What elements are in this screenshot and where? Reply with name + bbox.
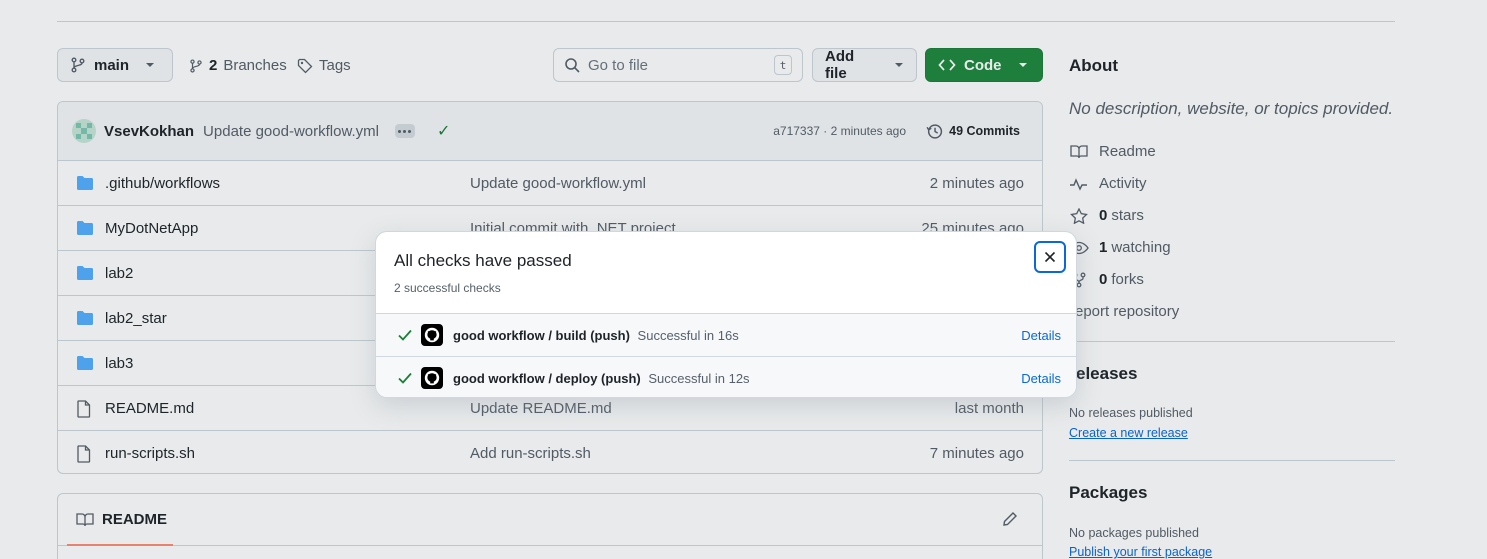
check-job-name: good workflow / build (push) Successful … bbox=[453, 328, 739, 343]
check-status: Successful in 16s bbox=[637, 327, 739, 343]
close-icon bbox=[1044, 251, 1056, 263]
dialog-subtitle: 2 successful checks bbox=[394, 281, 501, 295]
details-link[interactable]: Details bbox=[1021, 371, 1061, 386]
check-run-row[interactable]: good workflow / build (push) Successful … bbox=[376, 313, 1076, 356]
close-button[interactable] bbox=[1034, 241, 1066, 273]
check-run-row[interactable]: good workflow / deploy (push) Successful… bbox=[376, 356, 1076, 397]
github-logo-icon bbox=[421, 324, 443, 346]
checks-dialog: All checks have passed 2 successful chec… bbox=[375, 231, 1077, 398]
check-job-title: good workflow / build (push) bbox=[453, 327, 630, 343]
check-icon bbox=[398, 329, 412, 341]
check-job-name: good workflow / deploy (push) Successful… bbox=[453, 371, 750, 386]
check-status: Successful in 12s bbox=[648, 370, 750, 386]
details-link[interactable]: Details bbox=[1021, 328, 1061, 343]
check-icon bbox=[398, 372, 412, 384]
repository-page: main 2 Branches Tags Go to file t Add fi… bbox=[0, 0, 1487, 559]
dialog-title: All checks have passed bbox=[394, 251, 572, 270]
github-logo-icon bbox=[421, 367, 443, 389]
check-job-title: good workflow / deploy (push) bbox=[453, 370, 641, 386]
